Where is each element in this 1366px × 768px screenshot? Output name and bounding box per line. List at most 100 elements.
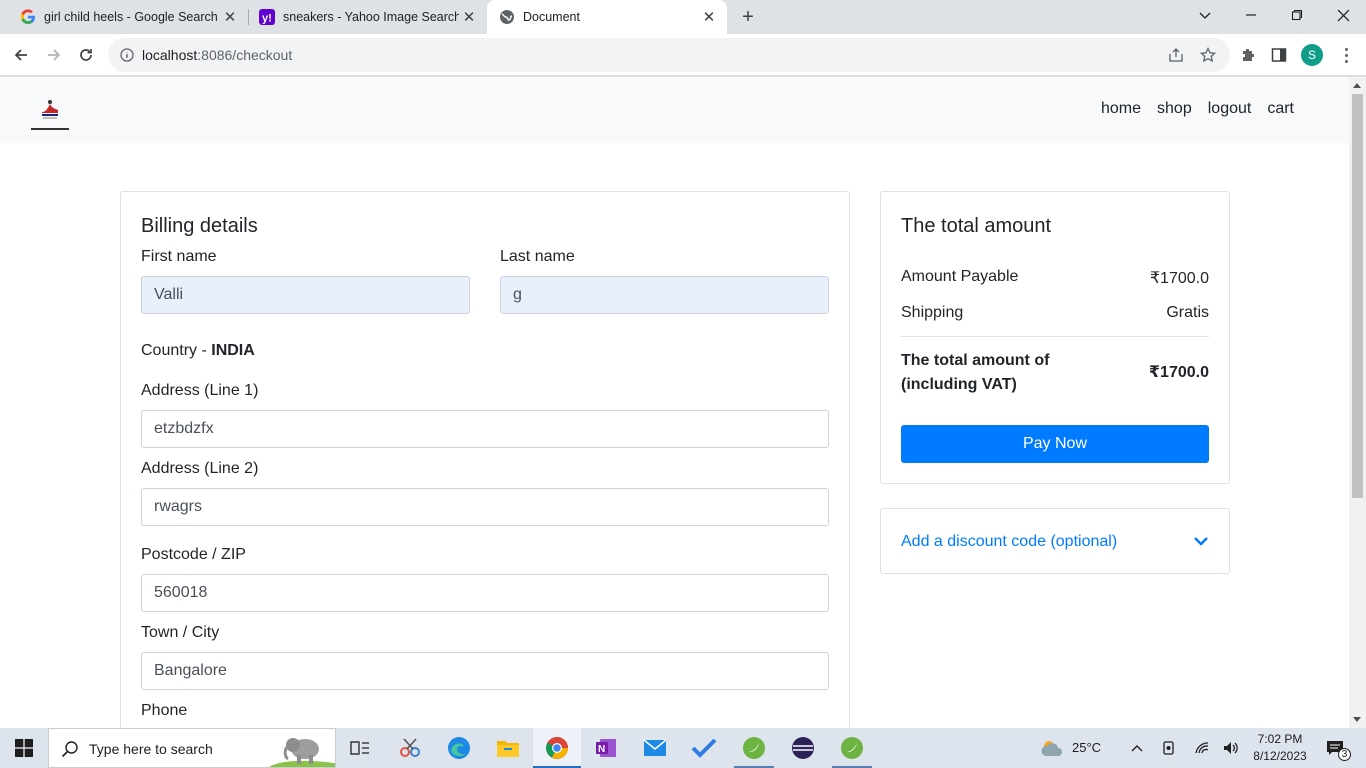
postcode-label: Postcode / ZIP (141, 546, 246, 563)
chevron-down-icon[interactable] (1193, 533, 1211, 551)
site-info-icon[interactable] (118, 46, 136, 64)
nav-home-link[interactable]: home (1101, 100, 1141, 118)
back-arrow-icon[interactable] (8, 42, 34, 68)
search-icon (61, 740, 79, 758)
shipping-value: Gratis (1166, 304, 1209, 321)
new-tab-plus-icon[interactable]: + (736, 5, 760, 29)
reload-icon[interactable] (73, 42, 99, 68)
shoe-logo-icon (42, 100, 58, 119)
browser-tab-google[interactable]: girl child heels - Google Search ✕ (0, 0, 248, 34)
tab-search-chevron-icon[interactable] (1182, 0, 1228, 30)
wifi-icon[interactable] (1193, 739, 1211, 757)
elephant-illustration-icon (269, 731, 335, 767)
address1-field[interactable] (141, 410, 829, 448)
globe-icon (499, 9, 515, 25)
taskbar-clock[interactable]: 7:02 PM 8/12/2023 (1248, 731, 1312, 765)
share-icon[interactable] (1167, 46, 1185, 64)
snipping-tool-icon[interactable] (386, 728, 434, 768)
first-name-label: First name (141, 248, 217, 265)
total-label-line2: (including VAT) (901, 376, 1017, 393)
scrollbar-thumb[interactable] (1352, 94, 1363, 498)
volume-icon[interactable] (1222, 739, 1240, 757)
browser-toolbar: localhost:8086/checkout S (0, 34, 1366, 76)
minimize-icon[interactable] (1228, 0, 1274, 30)
clock-time: 7:02 PM (1257, 732, 1303, 746)
weather-temperature[interactable]: 25°C (1072, 740, 1101, 755)
tab-title: Document (523, 10, 580, 24)
side-panel-icon[interactable] (1270, 46, 1288, 64)
taskbar-search-box[interactable]: Type here to search (48, 728, 336, 768)
bookmark-star-icon[interactable] (1199, 46, 1217, 64)
yahoo-icon: y! (259, 9, 275, 25)
site-logo[interactable] (31, 90, 69, 130)
address-bar[interactable]: localhost:8086/checkout (108, 38, 1230, 72)
meet-now-icon[interactable] (1160, 739, 1178, 757)
page-viewport: home shop logout cart Billing details Fi… (0, 77, 1349, 728)
onenote-icon[interactable]: N (582, 728, 630, 768)
address1-label: Address (Line 1) (141, 382, 259, 399)
last-name-label: Last name (500, 248, 575, 265)
total-label: The total amount of (including VAT) (901, 349, 1049, 397)
close-tab-icon[interactable]: ✕ (699, 7, 719, 27)
extensions-puzzle-icon[interactable] (1239, 46, 1257, 64)
svg-text:y!: y! (262, 13, 272, 25)
chevron-up-icon[interactable] (1128, 739, 1146, 757)
shipping-label: Shipping (901, 304, 964, 321)
billing-details-card: Billing details First name Last name Cou… (120, 191, 850, 728)
notification-count-badge: 3 (1338, 748, 1351, 761)
task-view-icon[interactable] (336, 728, 384, 768)
close-window-icon[interactable] (1320, 0, 1366, 30)
country-label: Country - (141, 342, 212, 359)
scroll-up-arrow-icon[interactable] (1353, 83, 1361, 88)
total-value: ₹1700.0 (1148, 364, 1209, 381)
total-label-line1: The total amount of (901, 352, 1050, 369)
clock-date: 8/12/2023 (1253, 749, 1307, 763)
forward-arrow-icon[interactable] (41, 42, 67, 68)
windows-start-icon[interactable] (0, 728, 48, 768)
country-line: Country - INDIA (141, 342, 255, 360)
shipping-row: Shipping Gratis (901, 304, 1209, 322)
total-amount-card: The total amount Amount Payable ₹1700.0 … (880, 191, 1230, 484)
browser-menu-icon[interactable] (1336, 44, 1356, 66)
spring-tool-suite-icon[interactable] (730, 728, 778, 768)
browser-tab-document[interactable]: Document ✕ (487, 0, 727, 34)
edge-browser-icon[interactable] (435, 728, 483, 768)
eclipse-icon[interactable] (779, 728, 827, 768)
nav-links: home shop logout cart (1101, 100, 1294, 118)
page-scrollbar[interactable] (1349, 77, 1366, 728)
nav-shop-link[interactable]: shop (1157, 100, 1192, 118)
last-name-field[interactable] (500, 276, 829, 314)
chrome-browser-icon[interactable] (533, 728, 581, 768)
first-name-field[interactable] (141, 276, 470, 314)
amount-payable-label: Amount Payable (901, 268, 1019, 285)
summary-title: The total amount (901, 215, 1052, 237)
tab-title: girl child heels - Google Search (44, 10, 218, 24)
weather-cloud-icon[interactable] (1040, 739, 1066, 757)
scroll-down-arrow-icon[interactable] (1353, 717, 1361, 722)
spring-tool-suite-2-icon[interactable] (828, 728, 876, 768)
pay-now-button[interactable]: Pay Now (901, 425, 1209, 463)
url-text: localhost:8086/checkout (142, 47, 292, 63)
close-tab-icon[interactable]: ✕ (459, 7, 479, 27)
discount-code-card[interactable]: Add a discount code (optional) (880, 508, 1230, 574)
browser-tab-yahoo[interactable]: y! sneakers - Yahoo Image Search Results… (249, 0, 487, 34)
todo-check-icon[interactable] (680, 728, 728, 768)
restore-icon[interactable] (1274, 0, 1320, 30)
profile-avatar[interactable]: S (1301, 44, 1323, 66)
windows-taskbar: Type here to search N 25°C 7:02 PM 8/12/… (0, 728, 1366, 768)
url-host: localhost (142, 47, 198, 63)
country-value: INDIA (211, 342, 255, 359)
tab-title: sneakers - Yahoo Image Search Results (283, 10, 459, 24)
close-tab-icon[interactable]: ✕ (220, 7, 240, 27)
search-placeholder: Type here to search (89, 741, 213, 757)
nav-cart-link[interactable]: cart (1267, 100, 1294, 118)
postcode-field[interactable] (141, 574, 829, 612)
address2-field[interactable] (141, 488, 829, 526)
mail-icon[interactable] (631, 728, 679, 768)
nav-logout-link[interactable]: logout (1208, 100, 1252, 118)
phone-label: Phone (141, 702, 188, 719)
file-explorer-icon[interactable] (484, 728, 532, 768)
town-field[interactable] (141, 652, 829, 690)
billing-title: Billing details (141, 215, 258, 237)
add-discount-code-link[interactable]: Add a discount code (optional) (901, 533, 1117, 551)
